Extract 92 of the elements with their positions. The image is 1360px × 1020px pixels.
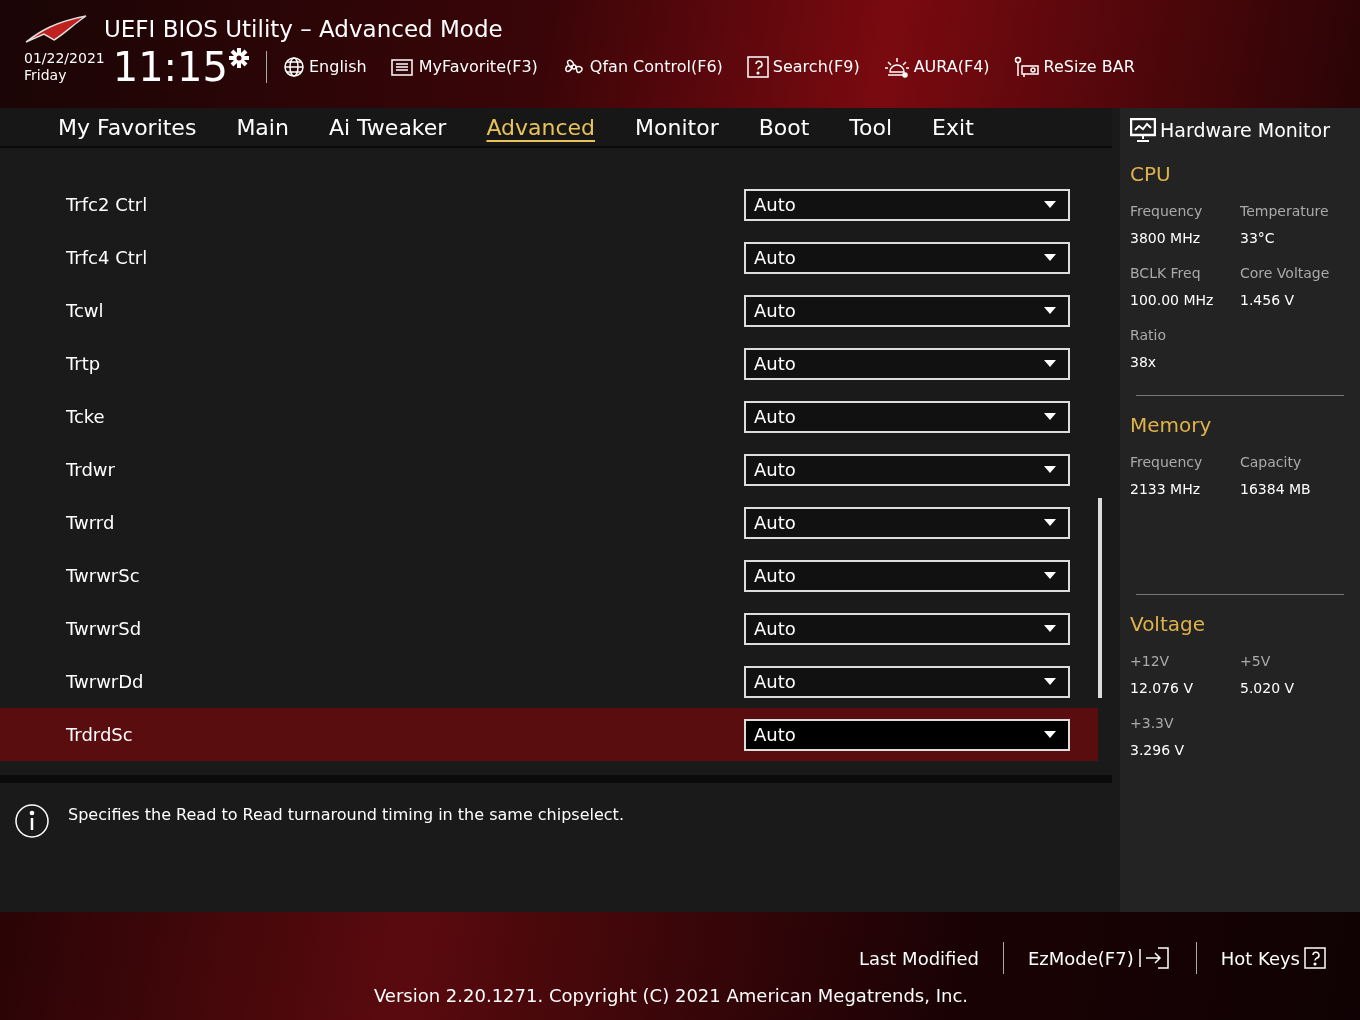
help-icon [746,55,769,78]
setting-dropdown[interactable]: Auto [744,188,1070,221]
sensor-label: BCLK Freq [1130,263,1202,283]
caret-icon [1044,360,1056,367]
sensor-label: Frequency [1130,201,1204,221]
sensor-value: 3.296 V [1130,740,1186,760]
setting-dropdown[interactable]: Auto [744,506,1070,539]
sensor-label: Frequency [1130,452,1204,472]
sensor-label: +3.3V [1130,713,1175,733]
toolbar-button[interactable]: English [283,54,367,79]
setting-dropdown[interactable]: Auto [744,347,1070,380]
menu-tab[interactable]: Advanced [486,110,596,144]
caret-icon [1044,254,1056,261]
caret-icon [1044,413,1056,420]
scrollbar[interactable] [1098,498,1102,698]
caret-icon [1044,731,1056,738]
monitor-icon [1130,118,1156,143]
setting-label: Trfc2 Ctrl [66,193,148,217]
logo-icon [24,14,88,45]
sensor-value: 1.456 V [1240,290,1296,310]
light-icon [883,55,910,78]
menu-tab[interactable]: Ai Tweaker [328,110,447,144]
toolbar-button[interactable]: MyFavorite(F3) [390,54,538,79]
settings-icon [228,46,250,69]
toolbar-button[interactable]: ReSize BAR [1013,54,1135,79]
toolbar-button[interactable]: Qfan Control(F6) [561,54,723,79]
sensor-value: 2133 MHz [1130,479,1202,499]
setting-dropdown[interactable]: Auto [744,665,1070,698]
sensor-label: Ratio [1130,325,1167,345]
menu-tab[interactable]: Monitor [635,110,719,144]
toolbar-button[interactable]: Search(F9) [746,54,860,79]
version-text: Version 2.20.1271. Copyright (C) 2021 American Megatrends, Inc. [373,985,969,1006]
panel-title: Hardware Monitor [1160,118,1330,143]
setting-label: TwrwrDd [66,670,144,694]
info-icon [14,803,50,839]
caret-icon [1044,519,1056,526]
setting-dropdown[interactable]: Auto [744,400,1070,433]
menu-tab[interactable]: Tool [849,110,893,144]
sensor-value: 16384 MB [1240,479,1312,499]
setting-label: Trtp [66,352,101,376]
setting-label: Twrrd [66,511,115,535]
caret-icon [1044,572,1056,579]
list-icon [390,56,415,77]
menu-tab[interactable]: My Favorites [58,110,197,144]
footer-button[interactable]: Last Modified [842,944,995,972]
sensor-value: 100.00 MHz [1130,290,1215,310]
section-title: CPU [1130,160,1172,188]
caret-icon [1044,625,1056,632]
date-text: 01/22/2021 [24,49,105,67]
setting-dropdown[interactable]: Auto [744,612,1070,645]
sensor-label: Capacity [1240,452,1303,472]
setting-dropdown[interactable]: Auto [744,294,1070,327]
sensor-value: 3800 MHz [1130,228,1202,248]
setting-label: TrdrdSc [66,723,133,747]
menu-tab[interactable]: Boot [758,110,810,144]
expansion-card-icon [1013,55,1040,78]
caret-icon [1044,201,1056,208]
sensor-label: Temperature [1240,201,1330,221]
description-text: Specifies the Read to Read turnaround timing in the same chipselect. [68,804,624,826]
day-text: Friday [24,66,68,84]
setting-label: TwrwrSc [66,564,140,588]
setting-dropdown[interactable]: Auto [744,718,1070,751]
menu-tab[interactable]: Exit [932,110,974,144]
caret-icon [1044,307,1056,314]
setting-label: Tcke [66,405,105,429]
section-title: Voltage [1130,610,1207,638]
setting-label: TwrwrSd [66,617,142,641]
sensor-value: 5.020 V [1240,678,1296,698]
toolbar-button[interactable]: AURA(F4) [883,54,990,79]
setting-dropdown[interactable]: Auto [744,559,1070,592]
setting-label: Trfc4 Ctrl [66,246,148,270]
sensor-value: 33°C [1240,228,1276,248]
sensor-label: +5V [1240,651,1272,671]
sensor-value: 38x [1130,352,1158,372]
setting-label: Trdwr [66,458,115,482]
clock-time: 11:15 [112,46,228,87]
sensor-label: Core Voltage [1240,263,1331,283]
exit-icon [1137,946,1172,970]
setting-dropdown[interactable]: Auto [744,453,1070,486]
globe-icon [283,55,305,78]
window-title: UEFI BIOS Utility – Advanced Mode [104,15,503,44]
setting-label: Tcwl [66,299,104,323]
sensor-label: +12V [1130,651,1171,671]
help-icon [1304,947,1326,969]
caret-icon [1044,466,1056,473]
section-title: Memory [1130,411,1213,439]
footer-button[interactable]: EzMode(F7) [1011,944,1188,972]
caret-icon [1044,678,1056,685]
footer-button[interactable]: Hot Keys [1204,944,1342,972]
setting-dropdown[interactable]: Auto [744,241,1070,274]
menu-tab[interactable]: Main [236,110,289,144]
sensor-value: 12.076 V [1130,678,1194,698]
